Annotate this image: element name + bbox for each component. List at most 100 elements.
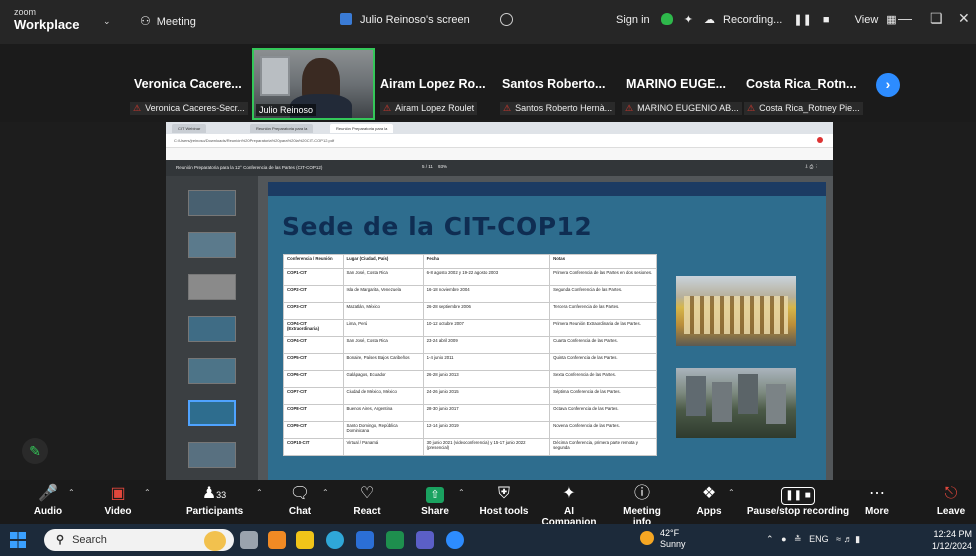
pause-icon[interactable]: ❚❚ (793, 14, 811, 26)
table-header: Notas (549, 254, 657, 269)
taskbar-clock[interactable]: 12:24 PM 1/12/2024 (928, 528, 972, 552)
leave-button[interactable]: ⎋ Leave (934, 484, 968, 517)
page-thumbnail-selected[interactable] (188, 400, 236, 426)
page-thumbnail[interactable] (188, 190, 236, 216)
apps-options-chevron-icon[interactable]: ⌃ (728, 488, 735, 497)
participants-options-chevron-icon[interactable]: ⌃ (256, 488, 263, 497)
ai-companion-button[interactable]: ✦ AI Companion (537, 484, 601, 528)
titlebar-right: Sign in ✦ ☁ Recording... ❚❚ ■ View ▦ (616, 13, 905, 26)
battery-icon[interactable]: ▮ (855, 534, 860, 544)
page-thumbnail[interactable] (188, 358, 236, 384)
profile-icon[interactable] (817, 137, 823, 143)
outlook-icon[interactable] (356, 531, 374, 549)
view-options-icon[interactable] (499, 13, 513, 26)
participant-name[interactable]: Santos Roberto... (502, 77, 605, 91)
table-cell: 10-12 octubre 2007 (422, 319, 551, 337)
taskbar-app-icon[interactable] (268, 531, 286, 549)
browser-tab[interactable]: CIT Webinar (172, 124, 207, 133)
weather-condition: Sunny (660, 539, 686, 549)
browser-tab[interactable]: Reunión Preparatoria para la (250, 124, 314, 133)
share-options-chevron-icon[interactable]: ⌃ (458, 488, 465, 497)
view-button[interactable]: View (855, 14, 879, 26)
minimize-icon[interactable]: — (898, 10, 912, 26)
apps-button[interactable]: ❖ Apps (695, 484, 723, 517)
task-view-icon[interactable] (240, 531, 258, 549)
participant-name[interactable]: Costa Rica_Rotn... (746, 77, 856, 91)
page-thumbnail[interactable] (188, 442, 236, 468)
video-options-chevron-icon[interactable]: ⌃ (144, 488, 151, 497)
file-explorer-icon[interactable] (296, 531, 314, 549)
share-button[interactable]: ⇧ Share (418, 484, 452, 517)
next-participants-button[interactable]: › (876, 73, 900, 97)
security-shield-icon[interactable] (660, 13, 673, 25)
meeting-info-button[interactable]: ⓘ Meeting info (613, 484, 671, 528)
taskbar-app-icon[interactable] (204, 531, 226, 551)
download-icon[interactable]: ⇩ ⎙ ⋮ (805, 164, 819, 170)
table-cell: COP4-CIT (283, 336, 344, 354)
video-button[interactable]: ▣ Video (98, 484, 138, 517)
cloud-icon: ☁ (704, 14, 716, 26)
table-cell: COP8-CIT (283, 404, 344, 422)
restore-icon[interactable]: ❏ (930, 10, 943, 27)
host-tools-label: Host tools (479, 506, 529, 517)
participant-name[interactable]: Airam Lopez Ro... (380, 77, 486, 91)
pause-stop-icon: ❚❚ ■ (746, 484, 850, 505)
weather-text: 42°F Sunny (660, 528, 686, 550)
chevron-down-icon[interactable]: ⌄ (103, 16, 111, 27)
pause-stop-recording-button[interactable]: ❚❚ ■ Pause/stop recording (746, 484, 850, 517)
sign-in-link[interactable]: Sign in (616, 14, 650, 26)
host-tools-button[interactable]: ⛨ Host tools (478, 484, 530, 517)
bluetooth-icon[interactable]: ≛ (794, 534, 802, 544)
close-icon[interactable]: ✕ (958, 10, 970, 27)
table-cell: Octava Conferencia de las Partes. (549, 404, 657, 422)
screen-share-indicator[interactable]: Julio Reinoso's screen (340, 13, 513, 26)
table-cell: Ciudad de México, México (342, 387, 424, 405)
annotate-pen-icon[interactable]: ✎ (22, 438, 48, 464)
address-bar[interactable]: C:/Users/jreinoso/Downloads/Reunión%20Pr… (166, 134, 833, 148)
participant-name[interactable]: Veronica Cacere... (134, 77, 242, 91)
active-speaker-video[interactable]: Julio Reinoso (252, 48, 375, 120)
slide-header-band (268, 182, 826, 196)
active-speaker-label: Julio Reinoso (256, 104, 317, 116)
chevron-up-icon[interactable]: ⌃ (766, 534, 774, 544)
chat-options-chevron-icon[interactable]: ⌃ (322, 488, 329, 497)
audio-button[interactable]: 🎤 Audio (30, 484, 66, 517)
recording-status: Recording... (723, 14, 783, 26)
zoom-taskbar-icon[interactable] (446, 531, 464, 549)
browser-tab-active[interactable]: Reunión Preparatoria para la (330, 124, 394, 133)
bookmarks-bar (166, 148, 833, 160)
participant-name[interactable]: MARINO EUGE... (626, 77, 726, 91)
pdf-page-indicator[interactable]: 5 / 11 93% (422, 164, 447, 169)
wifi-icon[interactable]: ≈ (836, 534, 841, 544)
weather-widget[interactable]: 42°F Sunny (640, 528, 686, 550)
ai-sparkle-icon: ✦ (562, 485, 576, 502)
zoom-logo[interactable]: zoom Workplace (14, 7, 80, 32)
react-button[interactable]: ♡ React (350, 484, 384, 517)
page-thumbnail[interactable] (188, 274, 236, 300)
table-cell: Mazatlán, México (342, 302, 424, 320)
clock-date: 1/12/2024 (931, 541, 972, 551)
brand-small: zoom (14, 7, 37, 17)
table-cell: Lima, Perú (342, 319, 424, 337)
excel-icon[interactable] (386, 531, 404, 549)
volume-icon[interactable]: ♬ (844, 534, 853, 544)
page-thumbnail[interactable] (188, 232, 236, 258)
tray-app-icon[interactable]: ● (781, 534, 786, 544)
participants-button[interactable]: ♟33 Participants (186, 484, 243, 517)
windows-start-icon[interactable] (10, 532, 26, 548)
meeting-menu[interactable]: ⚇ Meeting (140, 14, 196, 28)
audio-options-chevron-icon[interactable]: ⌃ (68, 488, 75, 497)
teams-icon[interactable] (416, 531, 434, 549)
chat-button[interactable]: 🗨 Chat (286, 484, 314, 517)
table-cell: Isla de Margarita, Venezuela (342, 285, 424, 303)
page-thumbnail[interactable] (188, 316, 236, 342)
table-cell: COP6-CIT (283, 370, 344, 388)
more-button[interactable]: ⋯ More (862, 484, 892, 517)
stop-icon[interactable]: ■ (823, 14, 830, 26)
audio-label: Audio (33, 506, 63, 517)
table-cell: 12-14 junio 2019 (422, 421, 551, 439)
language-indicator[interactable]: ENG (809, 534, 829, 544)
edge-browser-icon[interactable] (326, 531, 344, 549)
venues-table: Conferencia / Reunión Lugar (Ciudad, Paí… (283, 254, 657, 456)
sparkle-icon[interactable]: ✦ (684, 14, 693, 26)
